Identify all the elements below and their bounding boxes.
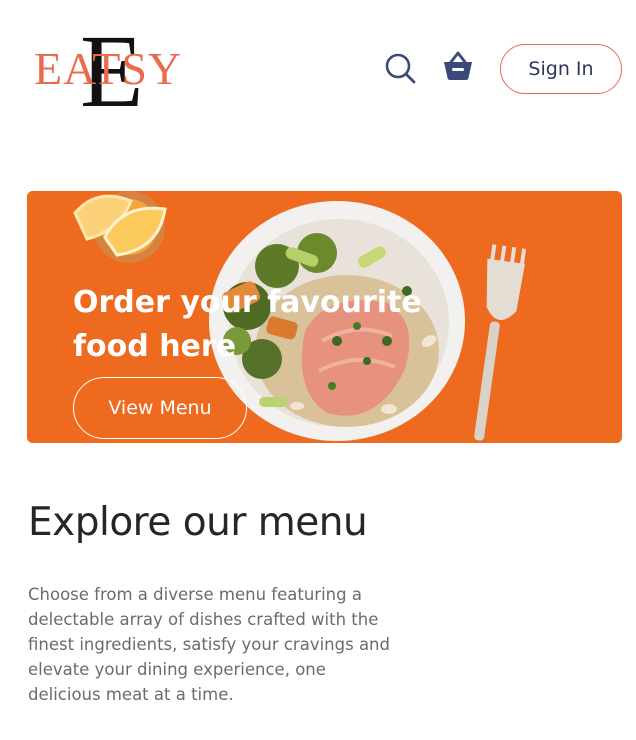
logo-text: EATSY [34, 43, 183, 94]
basket-icon [444, 51, 472, 80]
hero-title: Order your favourite food here [73, 285, 422, 364]
view-menu-button[interactable]: View Menu [73, 377, 247, 439]
sign-in-button[interactable]: Sign In [500, 44, 622, 94]
search-button[interactable] [382, 50, 418, 86]
explore-menu-description: Choose from a diverse menu featuring a d… [28, 585, 390, 704]
explore-menu-heading: Explore our menu [28, 500, 368, 545]
hero-banner: Order your favourite food here View Menu [27, 191, 622, 443]
basket-button[interactable] [440, 48, 476, 84]
eatsy-logo[interactable]: E EATSY [32, 22, 194, 112]
site-header: E EATSY Sign In [0, 0, 636, 130]
search-icon [385, 53, 416, 84]
